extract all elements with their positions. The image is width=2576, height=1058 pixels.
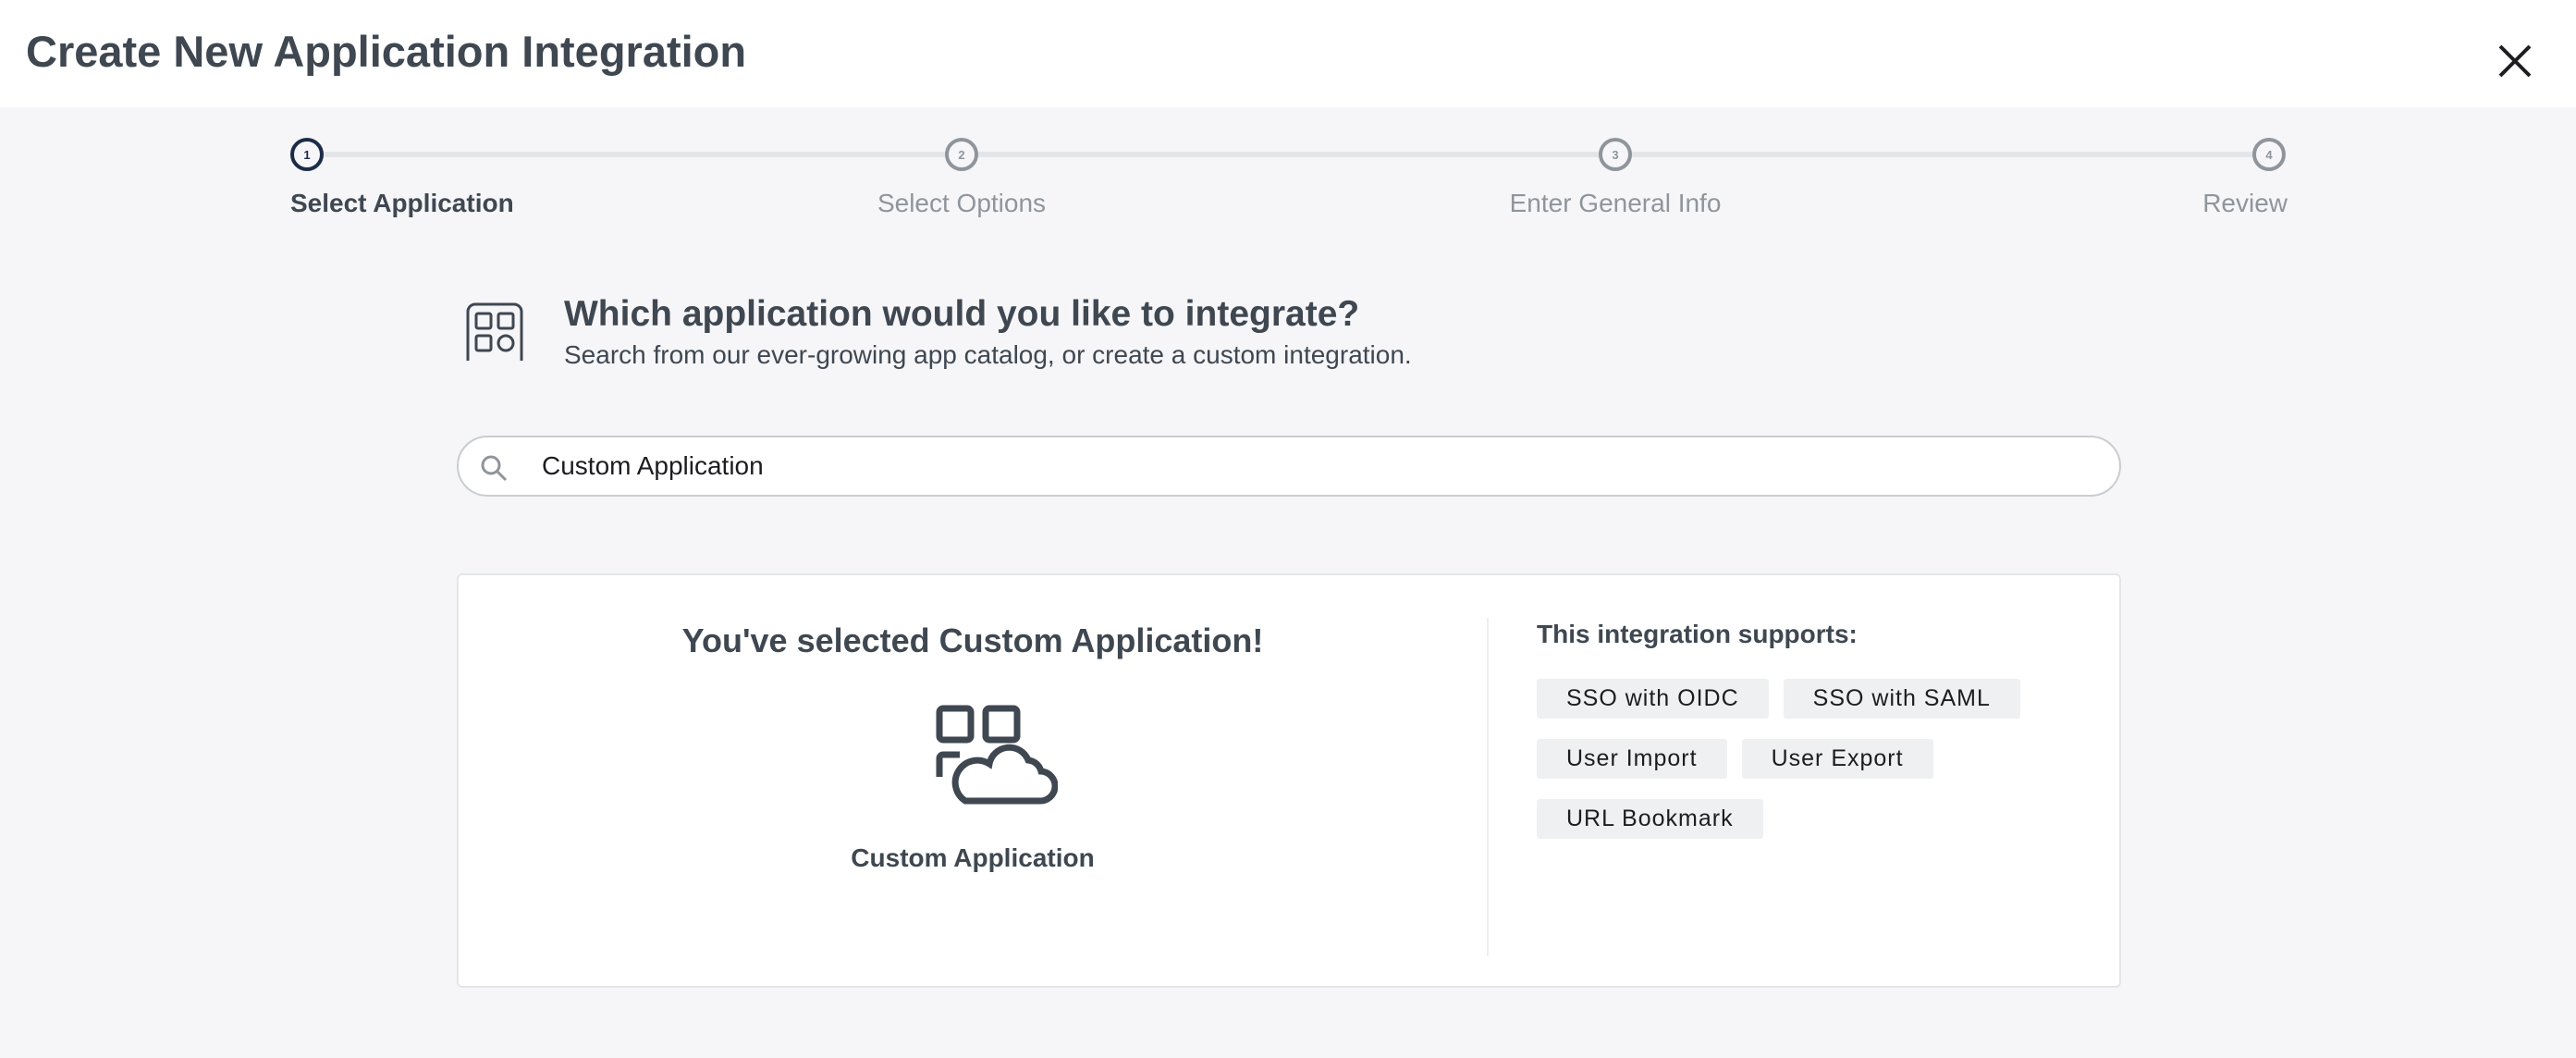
step-3-label: Enter General Info: [1509, 189, 1722, 217]
step-1-label: Select Application: [290, 189, 514, 217]
selection-title: You've selected Custom Application!: [681, 621, 1264, 659]
question-heading: Which application would you like to inte…: [564, 294, 1360, 334]
feature-chip: User Import: [1537, 739, 1727, 779]
feature-chip: User Export: [1741, 739, 1933, 779]
search-input[interactable]: [542, 447, 2095, 486]
feature-chip: SSO with SAML: [1783, 679, 2020, 719]
feature-chips: SSO with OIDC SSO with SAML User Import …: [1537, 679, 2055, 839]
step-1-indicator: 1: [290, 138, 324, 171]
step-2-indicator: 2: [945, 138, 978, 171]
close-icon[interactable]: [2495, 41, 2535, 81]
search-icon: [481, 455, 508, 482]
selected-app-name: Custom Application: [851, 843, 1095, 872]
step-3-indicator: 3: [1599, 138, 1632, 171]
question-subtitle: Search from our ever-growing app catalog…: [564, 340, 1412, 369]
feature-chip: SSO with OIDC: [1537, 679, 1769, 719]
search-bar[interactable]: [457, 436, 2121, 497]
divider: [1487, 618, 1489, 956]
step-4-label: Review: [2202, 189, 2288, 217]
stepper-track: [307, 152, 2269, 157]
app-grid-icon: [466, 302, 523, 361]
modal-header: Create New Application Integration: [0, 0, 2576, 107]
selection-card: You've selected Custom Application! Cust…: [457, 573, 2121, 988]
step-2-label: Select Options: [877, 189, 1047, 217]
feature-chip: URL Bookmark: [1537, 799, 1763, 839]
page-title: Create New Application Integration: [26, 27, 747, 76]
supports-title: This integration supports:: [1537, 620, 1858, 648]
step-4-indicator: 4: [2252, 138, 2286, 171]
custom-app-cloud-icon: [936, 705, 1058, 805]
